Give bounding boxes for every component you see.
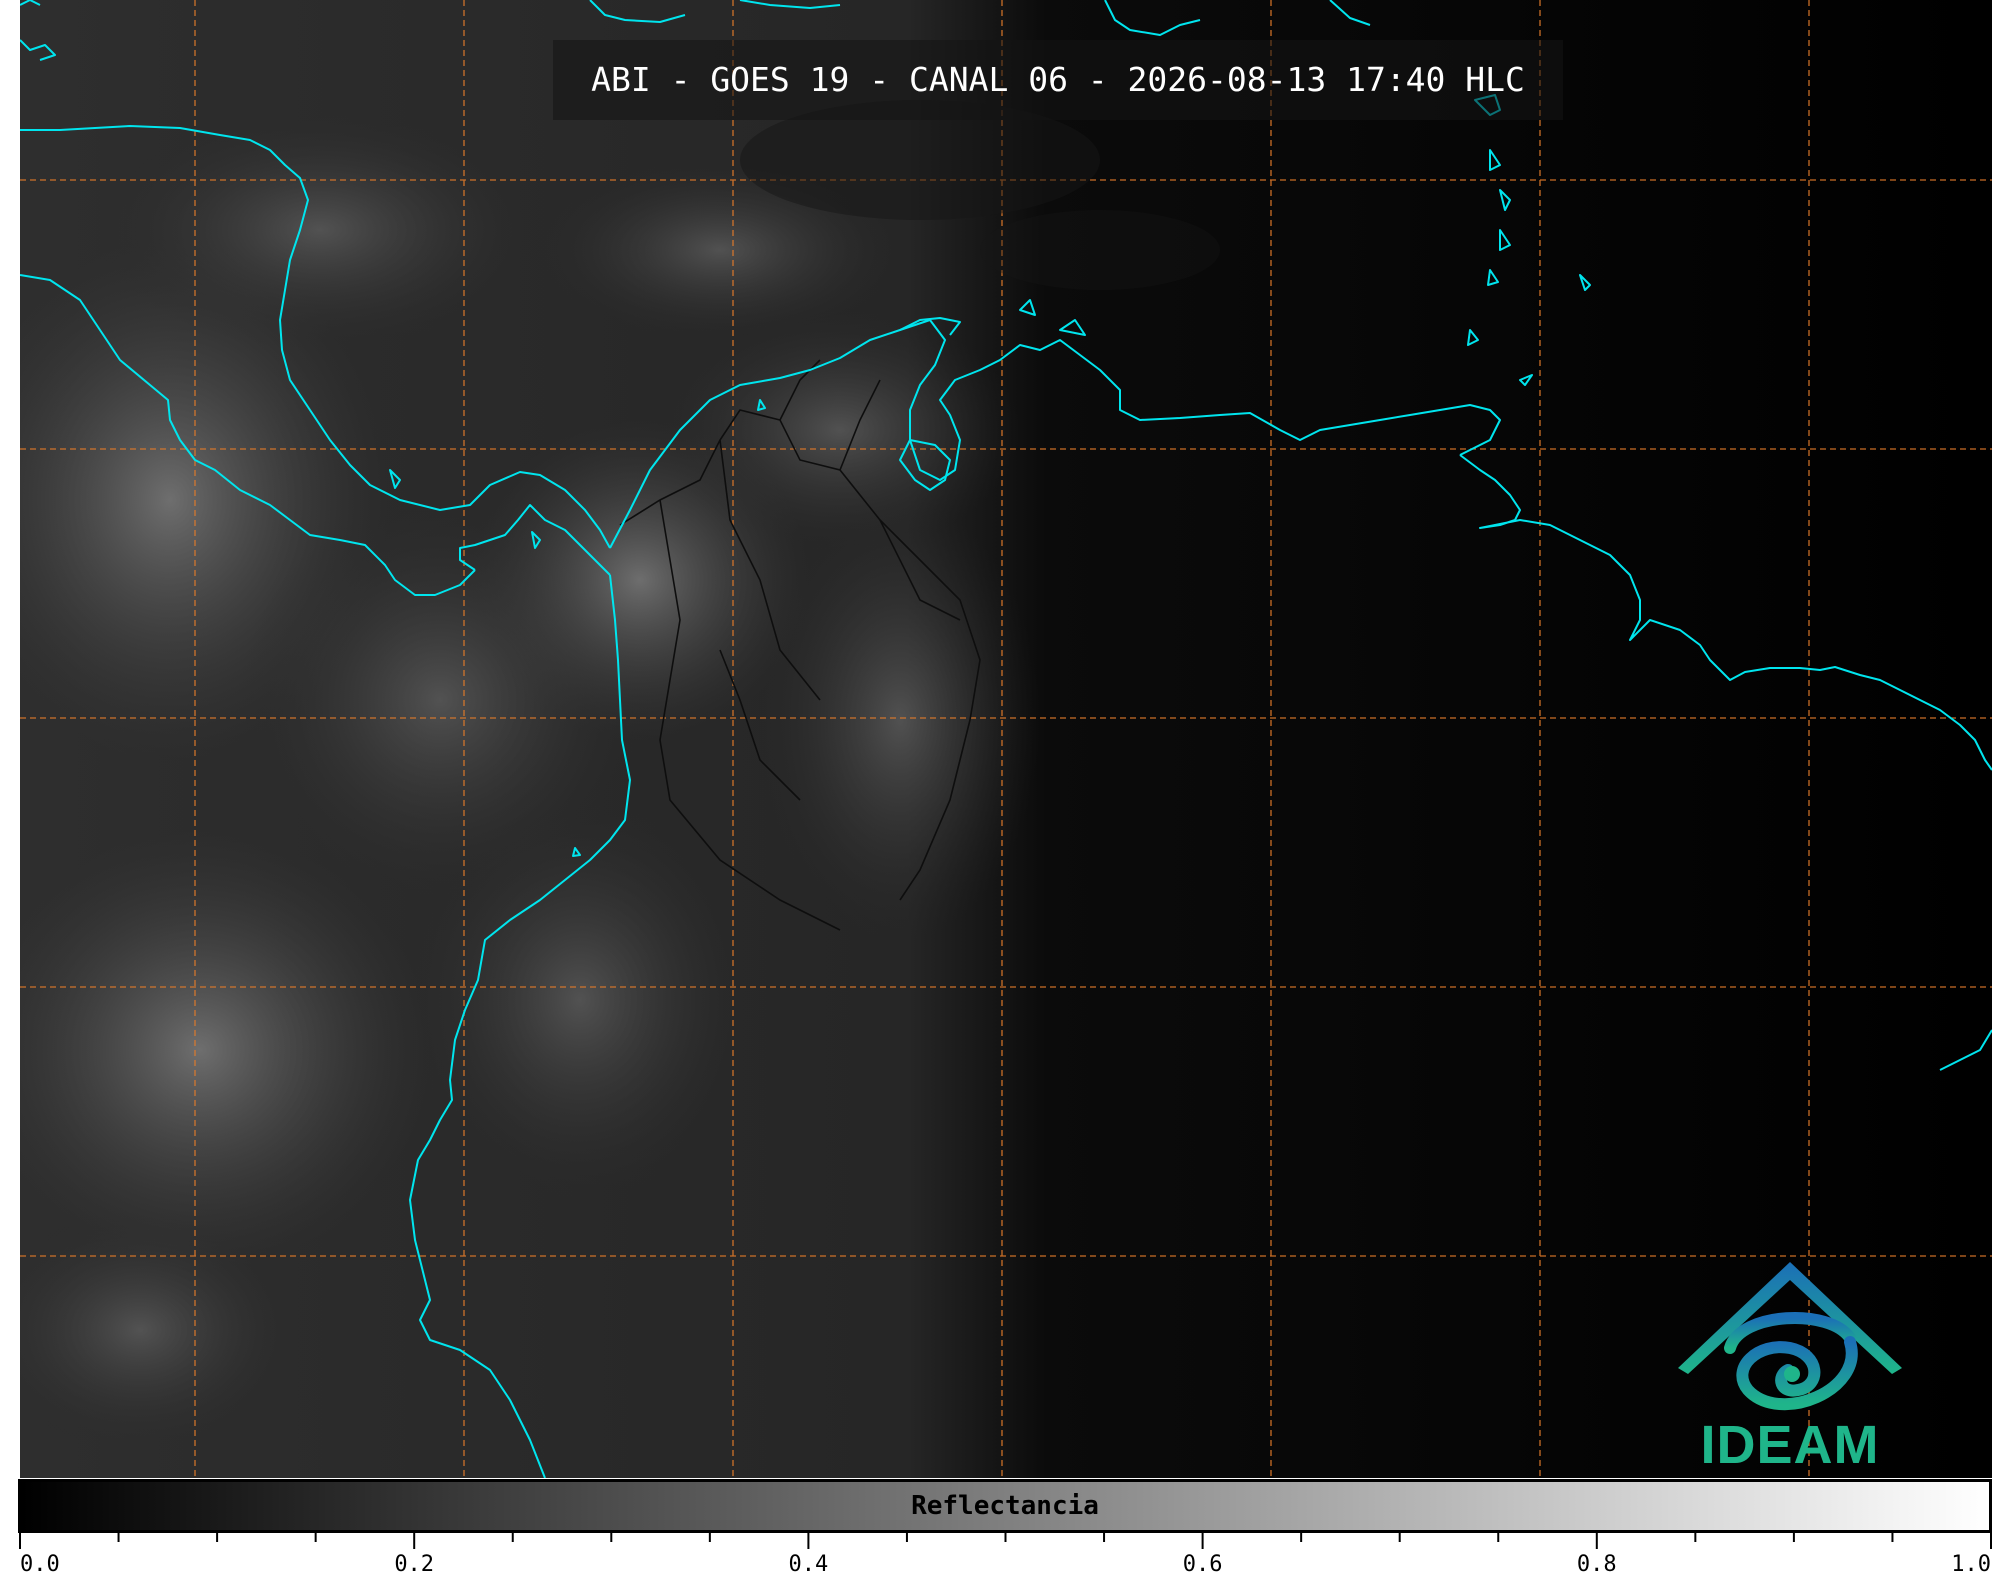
- colorbar-label: Reflectancia: [911, 1491, 1099, 1521]
- colorbar-tick-label: 0.4: [789, 1552, 829, 1577]
- colorbar-tick-label: 0.2: [394, 1552, 434, 1577]
- colorbar-tick-label: 1.0: [1951, 1552, 1991, 1577]
- colorbar-ticks: 0.0 0.2 0.4 0.6 0.8 1.0: [19, 1533, 1992, 1577]
- colorbar-tick-label: 0.8: [1577, 1552, 1617, 1577]
- ideam-logo: IDEAM: [1660, 1250, 1920, 1475]
- map-title: ABI - GOES 19 - CANAL 06 - 2026-08-13 17…: [591, 60, 1525, 99]
- ideam-logo-text: IDEAM: [1700, 1415, 1880, 1475]
- title-banner: ABI - GOES 19 - CANAL 06 - 2026-08-13 17…: [553, 40, 1563, 120]
- colorbar-tick-label: 0.6: [1183, 1552, 1223, 1577]
- colorbar-tick-label: 0.0: [20, 1552, 60, 1577]
- ideam-logo-icon: [1678, 1262, 1902, 1411]
- colorbar: Reflectancia: [18, 1479, 1992, 1533]
- satellite-map: ABI - GOES 19 - CANAL 06 - 2026-08-13 17…: [20, 0, 1992, 1478]
